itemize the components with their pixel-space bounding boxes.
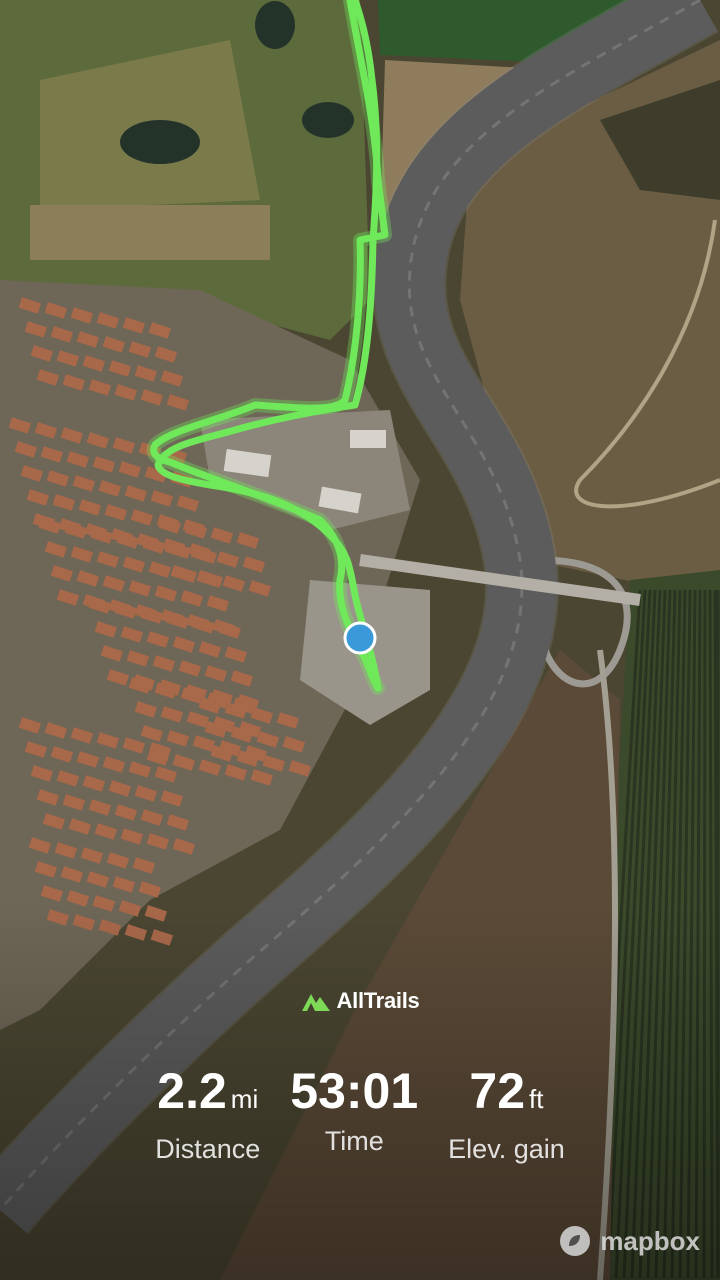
pond — [120, 120, 200, 164]
mapbox-attribution[interactable]: mapbox — [558, 1224, 700, 1258]
brand-name: AllTrails — [336, 988, 420, 1013]
elevation-unit: ft — [529, 1084, 544, 1114]
rooftop — [350, 430, 386, 448]
stat-time: 53:01 Time — [290, 1060, 418, 1166]
stat-distance: 2.2 mi Distance — [155, 1060, 260, 1166]
activity-stats: 2.2 mi Distance 53:01 Time 72 ft Elev. gai… — [0, 1060, 720, 1166]
activity-share-card: AllTrails 2.2 mi Distance 53:01 Time 72 ft… — [0, 0, 720, 1280]
stat-value: 72 ft — [469, 1060, 543, 1130]
elevation-label: Elev. gain — [448, 1134, 565, 1164]
stat-value: 53:01 — [290, 1060, 418, 1122]
distance-value: 2.2 — [157, 1063, 227, 1119]
stat-elevation: 72 ft Elev. gain — [448, 1060, 565, 1166]
alltrails-mountain-icon — [301, 994, 330, 1011]
time-label: Time — [324, 1126, 384, 1156]
mapbox-logo-icon — [560, 1226, 591, 1256]
pond — [302, 102, 354, 138]
current-location-marker — [343, 621, 377, 655]
stat-value: 2.2 mi — [157, 1060, 258, 1130]
sand-field — [30, 205, 270, 260]
mapbox-name: mapbox — [600, 1225, 700, 1256]
elevation-value: 72 — [469, 1063, 526, 1119]
alltrails-brand: AllTrails — [0, 988, 720, 1014]
distance-label: Distance — [155, 1134, 261, 1164]
pond — [255, 1, 295, 49]
distance-unit: mi — [230, 1084, 259, 1114]
time-value: 53:01 — [290, 1063, 419, 1119]
